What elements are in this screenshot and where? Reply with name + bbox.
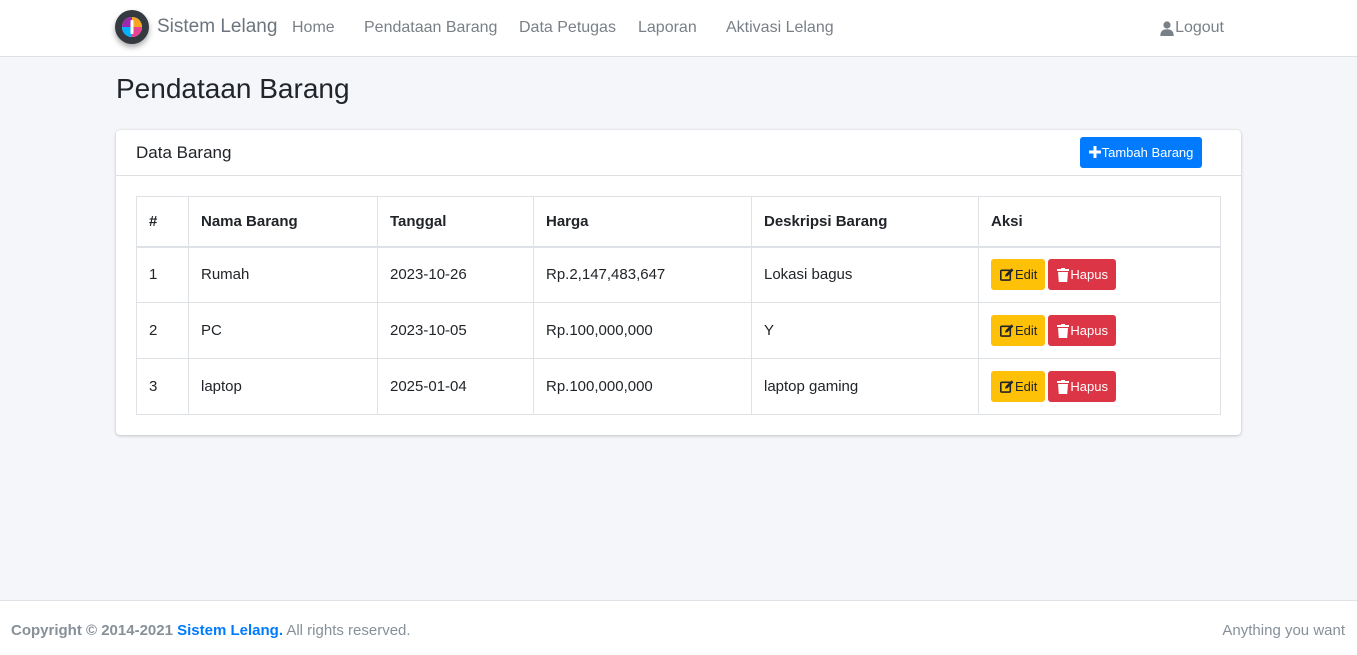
footer-right-text: Anything you want [1222, 622, 1345, 639]
nav-data-petugas[interactable]: Data Petugas [519, 19, 616, 37]
footer-brand-link[interactable]: Sistem Lelang. [177, 622, 283, 639]
cell-nama: Rumah [188, 246, 378, 303]
trash-icon [1057, 323, 1070, 338]
footer: Copyright © 2014-2021 Sistem Lelang. All… [0, 600, 1357, 655]
top-navbar: Sistem Lelang Home Pendataan Barang Data… [0, 0, 1357, 57]
page-title: Pendataan Barang [116, 73, 350, 104]
edit-icon [1000, 268, 1014, 282]
delete-button[interactable]: Hapus [1048, 259, 1116, 291]
cell-no: 2 [136, 302, 189, 359]
table-row: 3 laptop 2025-01-04 Rp.100,000,000 lapto… [136, 358, 1221, 415]
card-header: Data Barang Tambah Barang [116, 130, 1241, 176]
cell-harga: Rp.2,147,483,647 [533, 246, 752, 303]
items-table: # Nama Barang Tanggal Harga Deskripsi Ba… [136, 196, 1221, 415]
nav-pendataan-barang[interactable]: Pendataan Barang [364, 19, 497, 37]
header-tanggal: Tanggal [377, 196, 534, 248]
nav-laporan[interactable]: Laporan [638, 19, 697, 37]
cell-no: 3 [136, 358, 189, 415]
delete-button[interactable]: Hapus [1048, 371, 1116, 402]
cell-harga: Rp.100,000,000 [533, 302, 752, 359]
brand-logo-icon [115, 10, 149, 44]
rights-text: All rights reserved. [286, 622, 411, 639]
edit-label: Edit [1015, 323, 1038, 338]
nav-aktivasi-lelang[interactable]: Aktivasi Lelang [726, 19, 834, 37]
cell-tanggal: 2025-01-04 [377, 358, 534, 415]
user-icon [1160, 20, 1174, 36]
cell-nama: laptop [188, 358, 378, 415]
add-item-button[interactable]: Tambah Barang [1080, 137, 1202, 168]
cell-nama: PC [188, 302, 378, 359]
cell-tanggal: 2023-10-05 [377, 302, 534, 359]
logout-link[interactable]: Logout [1160, 19, 1224, 37]
cell-harga: Rp.100,000,000 [533, 358, 752, 415]
cell-aksi: Edit Hapus [978, 302, 1221, 359]
edit-icon [1000, 380, 1014, 393]
header-harga: Harga [533, 196, 752, 248]
header-aksi: Aksi [978, 196, 1221, 248]
nav-home[interactable]: Home [292, 19, 335, 37]
copyright: Copyright © 2014-2021 Sistem Lelang. All… [11, 622, 411, 639]
copyright-prefix: Copyright © 2014-2021 [11, 622, 173, 639]
trash-icon [1057, 379, 1070, 394]
delete-label: Hapus [1070, 267, 1108, 283]
header-nama-barang: Nama Barang [188, 196, 378, 248]
cell-tanggal: 2023-10-26 [377, 246, 534, 303]
edit-button[interactable]: Edit [991, 371, 1046, 402]
plus-icon [1088, 144, 1101, 161]
cell-deskripsi: laptop gaming [751, 358, 979, 415]
trash-icon [1057, 267, 1070, 282]
delete-button[interactable]: Hapus [1048, 315, 1116, 346]
cell-deskripsi: Lokasi bagus [751, 246, 979, 303]
delete-label: Hapus [1070, 379, 1108, 394]
cell-aksi: Edit Hapus [978, 358, 1221, 415]
brand-link[interactable]: Sistem Lelang [115, 10, 277, 44]
brand-name: Sistem Lelang [157, 16, 278, 37]
edit-label: Edit [1015, 267, 1038, 283]
cell-aksi: Edit Hapus [978, 246, 1221, 303]
cell-deskripsi: Y [751, 302, 979, 359]
add-item-label: Tambah Barang [1101, 145, 1194, 160]
edit-icon [1000, 324, 1014, 337]
edit-button[interactable]: Edit [991, 315, 1046, 346]
header-deskripsi: Deskripsi Barang [751, 196, 979, 248]
table-row: 2 PC 2023-10-05 Rp.100,000,000 Y Edit Ha… [136, 302, 1221, 359]
edit-label: Edit [1015, 379, 1038, 394]
logout-label: Logout [1175, 19, 1224, 36]
table-row: 1 Rumah 2023-10-26 Rp.2,147,483,647 Loka… [136, 246, 1221, 303]
header-no: # [136, 196, 189, 248]
table-header-row: # Nama Barang Tanggal Harga Deskripsi Ba… [136, 196, 1221, 248]
delete-label: Hapus [1070, 323, 1108, 338]
edit-button[interactable]: Edit [991, 259, 1046, 291]
cell-no: 1 [136, 246, 189, 303]
card-title: Data Barang [136, 143, 232, 162]
data-barang-card: Data Barang Tambah Barang # Nama Barang … [116, 130, 1241, 435]
